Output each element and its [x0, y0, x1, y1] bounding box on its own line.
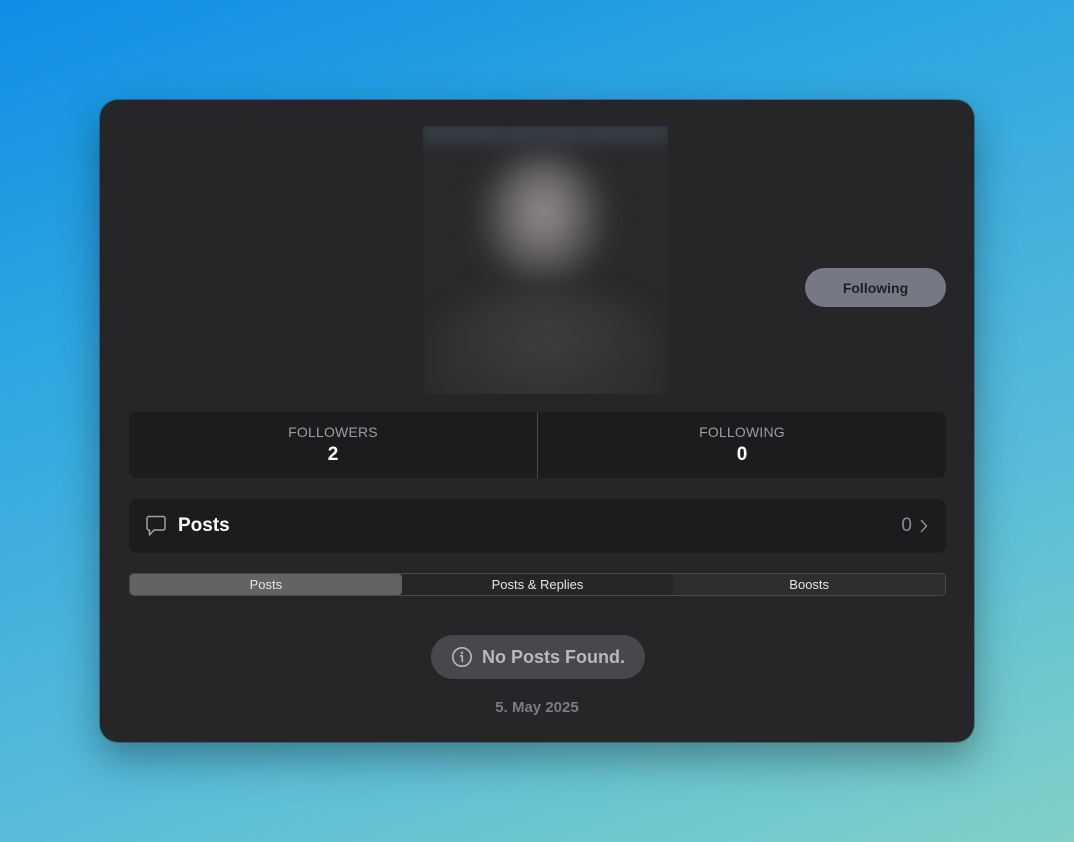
profile-header-photo [423, 126, 668, 394]
following-stat[interactable]: FOLLOWING 0 [537, 412, 946, 478]
posts-filter-tabs: Posts Posts & Replies Boosts [129, 573, 946, 596]
tab-boosts[interactable]: Boosts [673, 574, 945, 595]
follow-stats-panel: FOLLOWERS 2 FOLLOWING 0 [129, 412, 946, 478]
following-button[interactable]: Following [805, 268, 946, 307]
posts-row[interactable]: Posts 0 [129, 499, 946, 553]
date-label: 5. May 2025 [495, 699, 579, 716]
empty-state-text: No Posts Found. [482, 646, 625, 667]
posts-title: Posts [178, 515, 230, 536]
following-count: 0 [736, 444, 748, 465]
following-label: FOLLOWING [699, 424, 785, 440]
tab-posts-and-replies[interactable]: Posts & Replies [401, 574, 674, 595]
followers-stat[interactable]: FOLLOWERS 2 [129, 412, 537, 478]
empty-state-message: No Posts Found. [431, 635, 645, 679]
tab-posts[interactable]: Posts [130, 574, 402, 595]
chevron-right-icon [920, 519, 928, 533]
followers-count: 2 [327, 444, 339, 465]
info-icon [451, 646, 473, 668]
speech-bubble-icon [146, 515, 166, 537]
posts-count: 0 [901, 515, 912, 536]
profile-window: Following FOLLOWERS 2 FOLLOWING 0 Posts … [100, 100, 974, 742]
followers-label: FOLLOWERS [288, 424, 378, 440]
